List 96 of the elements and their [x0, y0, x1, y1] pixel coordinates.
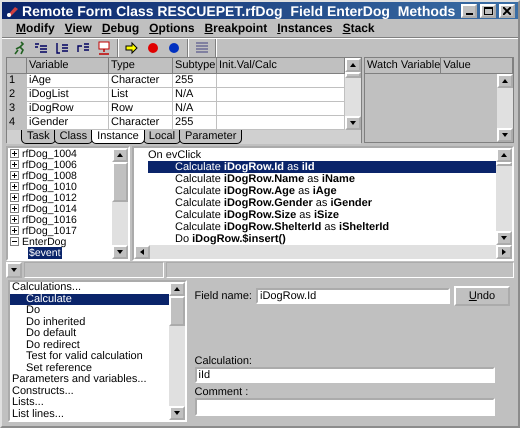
scrollbar[interactable]: [168, 282, 185, 420]
tab[interactable]: Task: [21, 130, 56, 144]
scroll-thumb[interactable]: [496, 162, 512, 166]
row-number: 3: [7, 102, 27, 116]
row-number: 1: [7, 74, 27, 88]
column-header[interactable]: Value: [441, 58, 513, 74]
dropdown-button[interactable]: [6, 262, 22, 278]
calculation-input[interactable]: iId: [194, 367, 495, 383]
expand-icon[interactable]: [10, 226, 19, 235]
tab[interactable]: Instance: [91, 130, 145, 144]
column-header[interactable]: Variable: [27, 58, 109, 74]
expand-icon[interactable]: [10, 193, 19, 202]
minimize-icon: [466, 12, 472, 15]
tree-item[interactable]: rfDog_1010: [21, 180, 78, 192]
arrow-icon: [116, 152, 124, 158]
scroll-thumb[interactable]: [168, 296, 185, 326]
undo-button[interactable]: Undo: [454, 286, 510, 306]
column-header[interactable]: Type: [109, 58, 173, 74]
table-cell: 255: [173, 116, 217, 130]
close-icon: [503, 6, 511, 15]
row-number: 2: [7, 88, 27, 102]
column-header[interactable]: Subtype: [173, 58, 217, 74]
tab[interactable]: Parameter: [179, 130, 242, 144]
expand-icon[interactable]: [10, 149, 19, 158]
menu-item[interactable]: Instances: [277, 21, 333, 36]
step-in-icon[interactable]: [54, 40, 70, 56]
scrollbar[interactable]: [496, 148, 512, 245]
field-name-input[interactable]: iDogRow.Id: [256, 288, 450, 304]
arrow-icon: [172, 286, 181, 292]
arrow-icon: [501, 132, 509, 138]
maximize-icon: [484, 6, 492, 15]
tab[interactable]: Class: [54, 130, 94, 144]
expand-icon[interactable]: [10, 160, 19, 169]
scrollbar[interactable]: [112, 148, 128, 259]
scrollbar[interactable]: [134, 245, 512, 259]
table-cell: iAge: [27, 74, 109, 88]
table-cell: iDogRow: [27, 102, 109, 116]
table-cell: List: [109, 88, 173, 102]
table-cell: Character: [109, 74, 173, 88]
scrollbar[interactable]: [345, 58, 361, 130]
code-line: On evClick: [147, 149, 202, 161]
scrollbar[interactable]: [497, 74, 513, 142]
menu-item[interactable]: Debug: [102, 21, 140, 36]
dot-icon[interactable]: [166, 40, 182, 56]
table-cell: 255: [173, 74, 217, 88]
monitor-icon[interactable]: [96, 40, 112, 56]
collapse-icon[interactable]: [10, 237, 19, 246]
tree-item[interactable]: rfDog_1017: [21, 224, 78, 236]
expand-icon[interactable]: [10, 215, 19, 224]
column-header[interactable]: Watch Variable: [365, 58, 442, 74]
breakpoint-icon[interactable]: [145, 40, 161, 56]
menu-item[interactable]: Breakpoint: [204, 21, 268, 36]
arrow-icon: [349, 62, 357, 68]
close-button[interactable]: [499, 4, 515, 18]
table-cell: Row: [109, 102, 173, 116]
table-cell: iGender: [27, 116, 109, 130]
menu-item[interactable]: Stack: [342, 21, 375, 36]
table-cell: Character: [109, 116, 173, 130]
maximize-button[interactable]: [480, 4, 496, 18]
arrow-icon: [501, 78, 509, 84]
field-label: Calculation:: [194, 355, 253, 367]
arrow-icon: [500, 152, 508, 158]
table-cell: N/A: [173, 88, 217, 102]
field-label: Field name:: [194, 290, 252, 302]
minimize-button[interactable]: [461, 4, 477, 18]
tree-item[interactable]: rfDog_1014: [21, 202, 78, 214]
menu-item[interactable]: Modify: [16, 21, 55, 36]
scroll-thumb[interactable]: [112, 162, 128, 202]
arrow-icon: [139, 248, 145, 256]
arrow-icon: [116, 249, 124, 255]
column-header[interactable]: Init.Val/Calc: [217, 58, 345, 74]
expand-icon[interactable]: [10, 204, 19, 213]
menu-item[interactable]: View: [64, 21, 92, 36]
tree-item[interactable]: $event: [28, 246, 62, 258]
row-number: 4: [7, 116, 27, 130]
arrow-icon: [172, 410, 181, 416]
arrow-icon: [10, 267, 18, 273]
list-item[interactable]: Calculate: [10, 294, 169, 305]
menu-item[interactable]: Options: [149, 21, 194, 36]
expand-icon[interactable]: [10, 182, 19, 191]
tree-item[interactable]: rfDog_1008: [21, 170, 78, 182]
tree-item[interactable]: rfDog_1004: [21, 148, 78, 160]
table-cell: N/A: [173, 102, 217, 116]
tree-item[interactable]: rfDog_1006: [21, 158, 78, 170]
field-label: Comment :: [194, 386, 250, 398]
scroll-thumb[interactable]: [345, 72, 361, 78]
tab[interactable]: Local: [142, 130, 182, 144]
tree-item[interactable]: EnterDog: [21, 236, 68, 248]
arrow-right-icon[interactable]: [124, 40, 140, 56]
tree-item[interactable]: rfDog_1012: [21, 192, 78, 204]
table-cell: iDogList: [27, 88, 109, 102]
arrow-icon: [349, 120, 357, 126]
window-title: Remote Form Class RESCUEPET.rfDog Field EnterDog Methods: [22, 2, 456, 19]
expand-icon[interactable]: [10, 171, 19, 180]
comment-input[interactable]: [194, 398, 495, 416]
tree-item[interactable]: rfDog_1016: [21, 214, 78, 226]
